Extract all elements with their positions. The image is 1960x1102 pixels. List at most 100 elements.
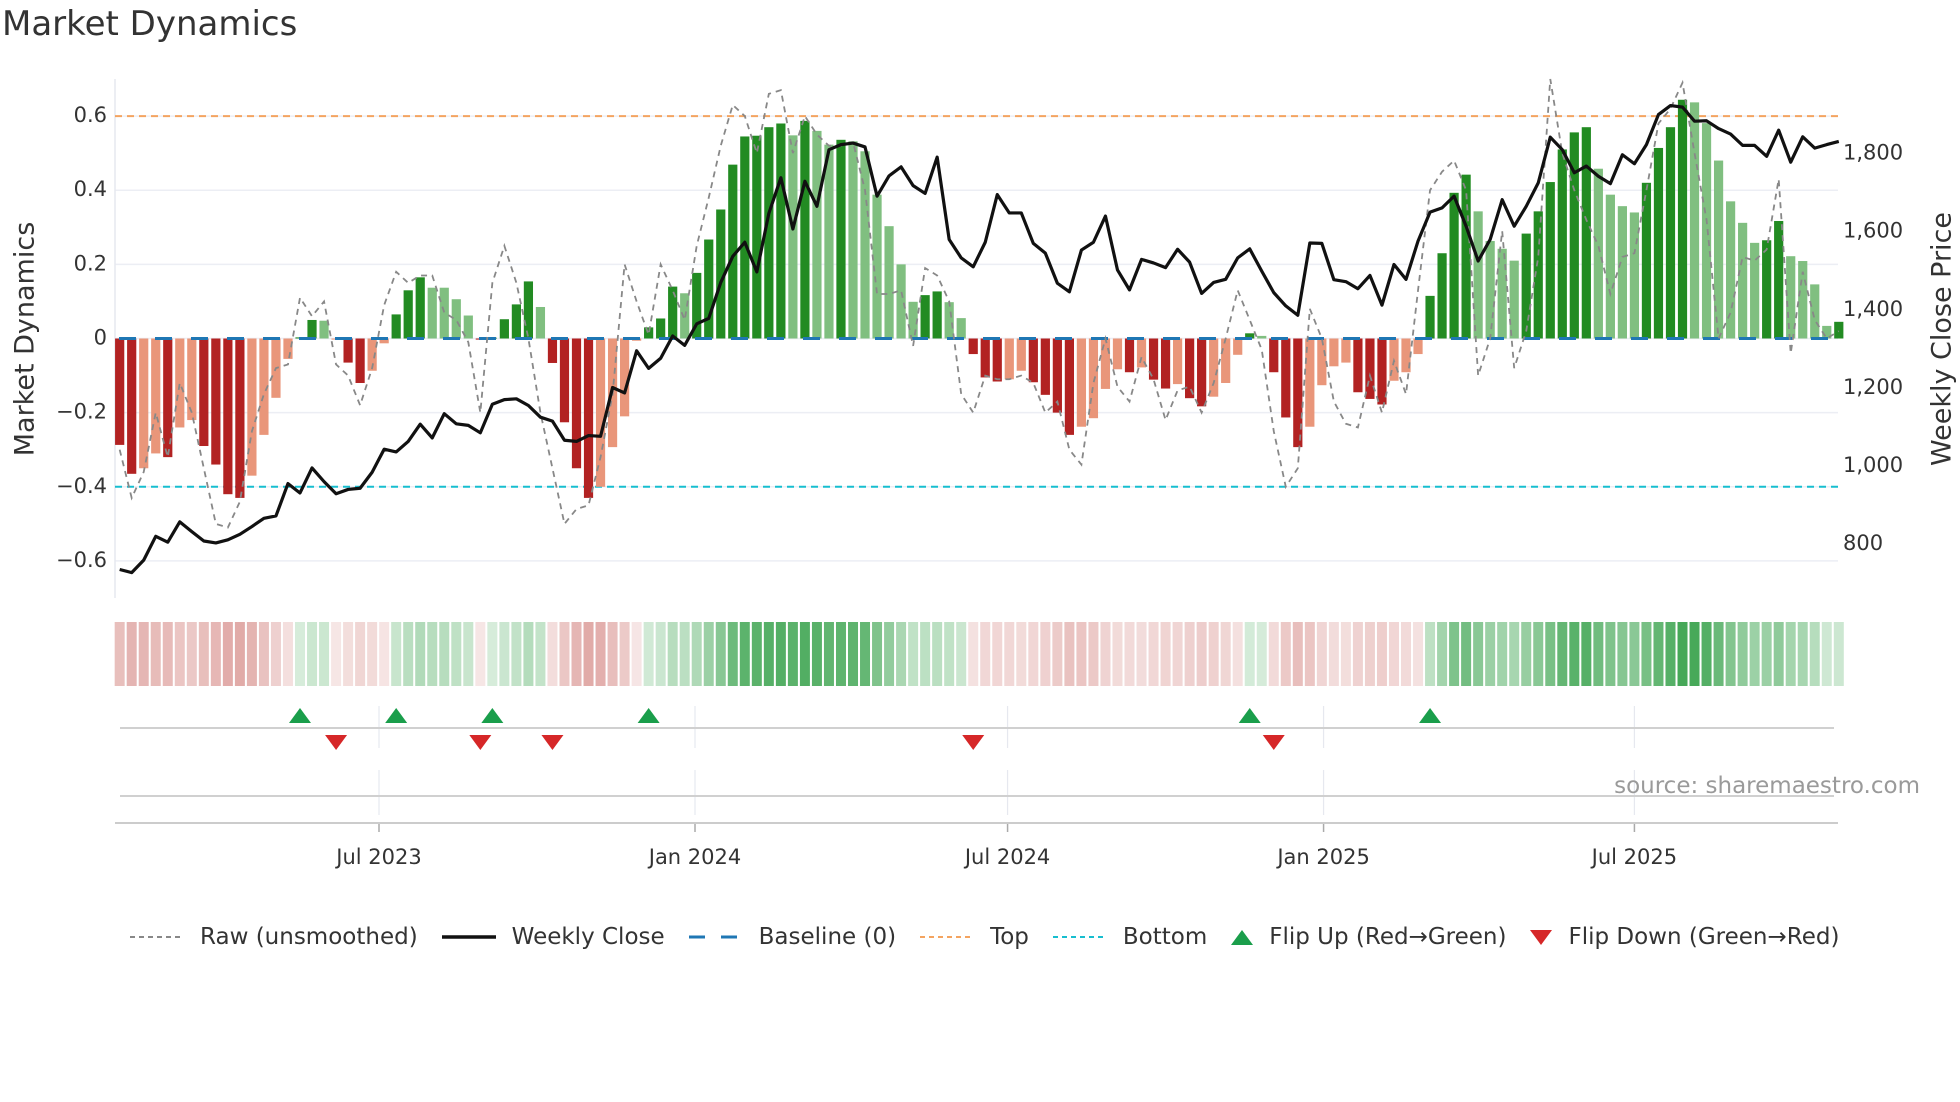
heat-strip-cell bbox=[1617, 622, 1628, 686]
heat-strip-cell bbox=[1449, 622, 1460, 686]
dynamics-bar bbox=[956, 318, 966, 339]
heat-strip-cell bbox=[1076, 622, 1087, 686]
dynamics-bar bbox=[644, 327, 654, 339]
heat-strip-cell bbox=[114, 622, 125, 686]
dynamics-bar bbox=[1810, 284, 1820, 339]
legend-bottom-swatch bbox=[1052, 936, 1107, 938]
dynamics-bar bbox=[752, 135, 762, 339]
dynamics-bar bbox=[740, 136, 750, 339]
heat-strip-cell bbox=[1413, 622, 1424, 686]
dynamics-bar bbox=[199, 338, 209, 447]
flip-up-marker bbox=[1238, 708, 1261, 723]
heat-strip-cell bbox=[787, 622, 798, 686]
dynamics-bar bbox=[788, 135, 798, 339]
heat-strip-cell bbox=[1040, 622, 1051, 686]
heat-strip-cell bbox=[1773, 622, 1784, 686]
y2-tick-label: 1,600 bbox=[1843, 219, 1903, 243]
dynamics-bar bbox=[1088, 338, 1099, 419]
heat-strip-cell bbox=[547, 622, 558, 686]
dynamics-bar bbox=[439, 287, 449, 339]
dynamics-bar bbox=[1653, 147, 1664, 339]
heat-strip-cell bbox=[379, 622, 390, 686]
heat-strip-cell bbox=[1124, 622, 1135, 686]
heat-strip-cell bbox=[1473, 622, 1484, 686]
heat-strip-cell bbox=[691, 622, 702, 686]
source-credit: source: sharemaestro.com bbox=[1614, 773, 1920, 799]
dynamics-bar bbox=[355, 338, 365, 383]
dynamics-bar bbox=[559, 338, 570, 423]
heat-strip-cell bbox=[1809, 622, 1820, 686]
flip-down-marker bbox=[325, 735, 348, 750]
dynamics-bar bbox=[920, 295, 930, 339]
dynamics-bar bbox=[704, 239, 714, 339]
heat-strip-cell bbox=[126, 622, 137, 686]
heat-strip-cell bbox=[1280, 622, 1291, 686]
heat-strip-cell bbox=[186, 622, 197, 686]
heat-strip-cell bbox=[1761, 622, 1772, 686]
heat-strip-cell bbox=[643, 622, 654, 686]
dynamics-bar bbox=[115, 338, 125, 445]
heat-strip-cell bbox=[1821, 622, 1832, 686]
heat-strip-cell bbox=[282, 622, 293, 686]
dynamics-bar bbox=[1221, 338, 1231, 383]
heat-strip-cell bbox=[1425, 622, 1436, 686]
heat-strip-cell bbox=[980, 622, 991, 686]
heat-strip-cell bbox=[535, 622, 546, 686]
dynamics-bar bbox=[1329, 338, 1339, 367]
dynamics-bar bbox=[668, 286, 678, 339]
heat-strip-cell bbox=[823, 622, 834, 686]
dynamics-bar bbox=[1593, 168, 1603, 339]
dynamics-bar bbox=[1160, 338, 1171, 389]
flip-up-marker bbox=[288, 708, 311, 723]
legend-label: Weekly Close bbox=[511, 924, 665, 950]
heat-strip-cell bbox=[511, 622, 522, 686]
heat-strip-cell bbox=[355, 622, 366, 686]
heat-strip-cell bbox=[1304, 622, 1315, 686]
heat-strip-cell bbox=[1196, 622, 1207, 686]
y-tick-label: 0.4 bbox=[74, 177, 107, 201]
heat-strip-cell bbox=[992, 622, 1003, 686]
dynamics-bar bbox=[1209, 338, 1219, 397]
legend-item-baseline: Baseline (0) bbox=[687, 924, 896, 950]
y-tick-label: 0.6 bbox=[74, 103, 107, 127]
heat-strip-cell bbox=[1485, 622, 1496, 686]
dynamics-bar bbox=[1762, 240, 1772, 339]
heat-strip-cell bbox=[872, 622, 883, 686]
legend-label: Bottom bbox=[1122, 924, 1208, 950]
dynamics-bars bbox=[115, 99, 1844, 498]
heat-strip-cell bbox=[307, 622, 318, 686]
heat-strip-cell bbox=[1172, 622, 1183, 686]
heat-strip-cell bbox=[559, 622, 570, 686]
legend-flip-down-marker-icon bbox=[1530, 930, 1553, 945]
heat-strip-cell bbox=[1088, 622, 1099, 686]
heat-strip-cell bbox=[138, 622, 149, 686]
dynamics-bar bbox=[776, 123, 786, 339]
dynamics-bar bbox=[1509, 260, 1519, 339]
dynamics-bar bbox=[1353, 338, 1363, 393]
heat-strip-cell bbox=[1316, 622, 1327, 686]
heat-strip-cell bbox=[860, 622, 871, 686]
heat-strip-cell bbox=[1352, 622, 1363, 686]
heat-strip-cell bbox=[210, 622, 221, 686]
dynamics-bar bbox=[127, 338, 137, 474]
heat-strip-cell bbox=[343, 622, 354, 686]
heat-strip-cell bbox=[1052, 622, 1063, 686]
dynamics-bar bbox=[824, 144, 834, 339]
dynamics-bar bbox=[211, 338, 221, 465]
dynamics-bar bbox=[1028, 338, 1038, 383]
legend-label: Top bbox=[990, 924, 1029, 950]
y2-tick-label: 1,200 bbox=[1843, 375, 1903, 399]
heat-strip-cell bbox=[439, 622, 450, 686]
heat-strip-cell bbox=[1256, 622, 1267, 686]
heat-strip-cell bbox=[739, 622, 750, 686]
heat-strip-cell bbox=[1112, 622, 1123, 686]
heat-strip-cell bbox=[1677, 622, 1688, 686]
heat-strip-cell bbox=[944, 622, 955, 686]
heat-strip-cell bbox=[367, 622, 378, 686]
flip-down-marker bbox=[541, 735, 564, 750]
heat-strip-cell bbox=[1028, 622, 1039, 686]
heat-strip-cell bbox=[799, 622, 810, 686]
dynamics-bar bbox=[1665, 127, 1676, 339]
heat-strip-cell bbox=[1064, 622, 1075, 686]
heat-strip-cell bbox=[884, 622, 895, 686]
